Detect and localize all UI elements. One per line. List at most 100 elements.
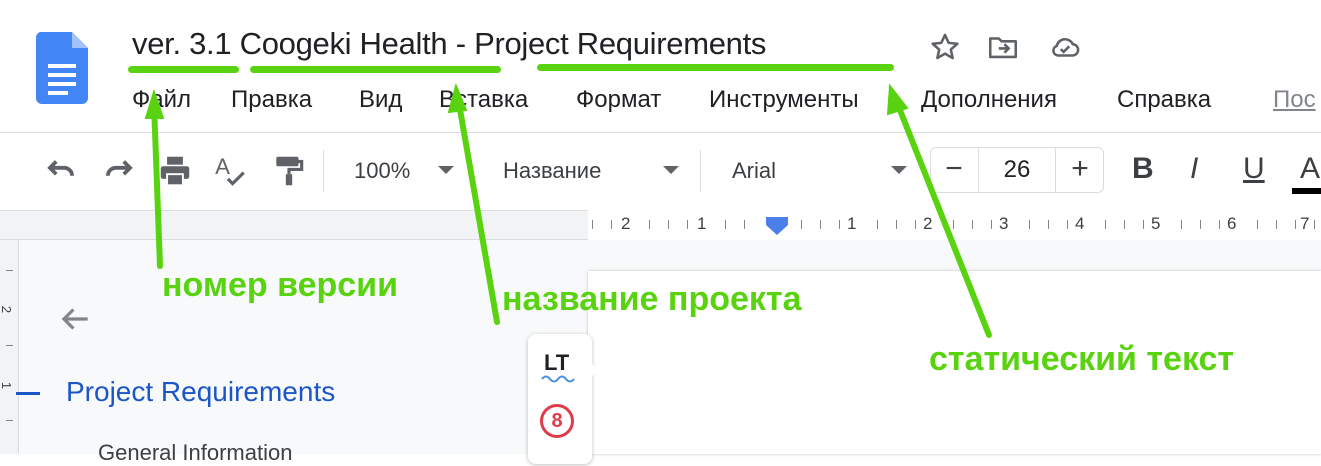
google-docs-logo-icon[interactable] xyxy=(36,32,88,104)
ruler-tick xyxy=(1276,220,1277,229)
menu-insert[interactable]: Вставка xyxy=(439,86,528,114)
ruler-tick xyxy=(991,220,992,229)
indent-marker-icon[interactable] xyxy=(766,217,788,225)
ruler-tick xyxy=(744,220,745,229)
ruler-tick xyxy=(1200,220,1201,229)
document-title[interactable]: ver. 3.1 Coogeki Health - Project Requir… xyxy=(132,26,766,62)
underline-button[interactable]: U xyxy=(1243,152,1265,186)
text-color-button[interactable]: A xyxy=(1300,152,1320,186)
paint-format-icon[interactable] xyxy=(270,152,308,190)
title-version: ver. 3.1 xyxy=(132,26,232,61)
font-dropdown-icon[interactable] xyxy=(891,166,907,174)
toolbar-divider xyxy=(700,150,701,192)
ruler-tick xyxy=(1029,220,1030,229)
ruler-label: 2 xyxy=(923,214,933,233)
ruler-tick xyxy=(668,220,669,229)
annotation-underline-project xyxy=(250,66,501,73)
ruler-tick xyxy=(877,220,878,229)
spellcheck-icon[interactable]: A xyxy=(212,152,250,190)
ruler-tick xyxy=(687,220,688,229)
ruler-tick xyxy=(1295,220,1296,229)
title-static: Project Requirements xyxy=(474,26,767,61)
ruler-tick xyxy=(611,220,612,229)
languagetool-error-count-badge[interactable]: 8 xyxy=(540,404,574,438)
languagetool-logo[interactable]: LT xyxy=(544,350,569,376)
ruler-label: 3 xyxy=(999,214,1009,233)
star-icon[interactable] xyxy=(928,30,962,64)
vertical-ruler-tick xyxy=(6,270,13,271)
ruler-label: 6 xyxy=(1227,214,1237,233)
ruler-tick xyxy=(1219,220,1220,229)
ruler-tick xyxy=(1105,220,1106,229)
ruler-tick xyxy=(725,220,726,229)
menu-format[interactable]: Формат xyxy=(576,86,661,114)
ruler-label: 7 xyxy=(1300,214,1310,233)
ruler-label: 1 xyxy=(847,214,857,233)
ruler-label: 5 xyxy=(1151,214,1161,233)
font-size-increase-button[interactable]: + xyxy=(1056,147,1104,193)
ruler-tick xyxy=(1181,220,1182,229)
ruler-tick xyxy=(1314,220,1315,229)
vertical-ruler-tick xyxy=(6,420,13,421)
annotation-project-label: название проекта xyxy=(502,280,802,318)
languagetool-wave-icon xyxy=(541,375,575,383)
ruler-tick xyxy=(649,220,650,229)
ruler-tick xyxy=(1124,220,1125,229)
style-dropdown-icon[interactable] xyxy=(663,166,679,174)
menu-addons[interactable]: Дополнения xyxy=(921,86,1057,114)
text-color-swatch xyxy=(1292,188,1321,194)
ruler-tick xyxy=(953,220,954,229)
ruler-tick xyxy=(1048,220,1049,229)
ruler-tick xyxy=(839,220,840,229)
ruler-tick xyxy=(1143,220,1144,229)
ruler-tick xyxy=(896,220,897,229)
vertical-ruler-tick xyxy=(6,345,13,346)
ruler-tick xyxy=(915,220,916,229)
font-size-decrease-button[interactable]: − xyxy=(930,147,978,193)
indent-marker-arrow-icon[interactable] xyxy=(766,225,788,235)
svg-text:A: A xyxy=(215,154,230,179)
ruler-tick xyxy=(592,220,593,229)
move-to-folder-icon[interactable] xyxy=(986,30,1020,64)
style-select[interactable]: Название xyxy=(503,158,601,184)
ruler-tick xyxy=(972,220,973,229)
redo-icon[interactable] xyxy=(100,152,138,190)
ruler-tick xyxy=(1257,220,1258,229)
title-separator: - xyxy=(455,26,466,61)
font-size-input[interactable]: 26 xyxy=(978,147,1056,193)
outline-active-marker xyxy=(16,392,40,395)
font-select[interactable]: Arial xyxy=(732,158,776,184)
ruler-label: 2 xyxy=(621,214,631,233)
menu-tools[interactable]: Инструменты xyxy=(709,86,859,114)
ruler-label: 1 xyxy=(697,214,707,233)
vertical-ruler xyxy=(0,240,19,454)
ruler-tick xyxy=(801,220,802,229)
cloud-saved-icon[interactable] xyxy=(1048,30,1082,64)
back-arrow-icon[interactable] xyxy=(56,300,94,338)
annotation-version-label: номер версии xyxy=(162,266,398,304)
bold-button[interactable]: B xyxy=(1132,152,1154,186)
zoom-select[interactable]: 100% xyxy=(354,158,410,184)
undo-icon[interactable] xyxy=(42,152,80,190)
outline-heading-project-requirements[interactable]: Project Requirements xyxy=(66,376,335,408)
ruler-tick xyxy=(820,220,821,229)
languagetool-panel-pointer xyxy=(590,362,599,378)
menu-edit[interactable]: Правка xyxy=(231,86,312,114)
annotation-static-label: статический текст xyxy=(929,340,1235,378)
ruler-tick xyxy=(1067,220,1068,229)
menu-view[interactable]: Вид xyxy=(359,86,402,114)
annotation-underline-static xyxy=(537,64,894,71)
italic-button[interactable]: I xyxy=(1190,152,1198,186)
title-project: Coogeki Health xyxy=(239,26,448,61)
vertical-ruler-label: 1 xyxy=(0,381,15,390)
ruler-label: 4 xyxy=(1075,214,1085,233)
header-divider xyxy=(0,132,1321,133)
annotation-underline-version xyxy=(128,66,239,73)
zoom-dropdown-icon[interactable] xyxy=(438,166,454,174)
print-icon[interactable] xyxy=(156,152,194,190)
menu-last-edit-link[interactable]: Пос xyxy=(1273,86,1316,114)
menu-help[interactable]: Справка xyxy=(1117,86,1211,114)
menu-file[interactable]: Файл xyxy=(132,86,191,114)
toolbar-divider xyxy=(323,150,324,192)
outline-heading-general-information[interactable]: General Information xyxy=(98,440,292,466)
